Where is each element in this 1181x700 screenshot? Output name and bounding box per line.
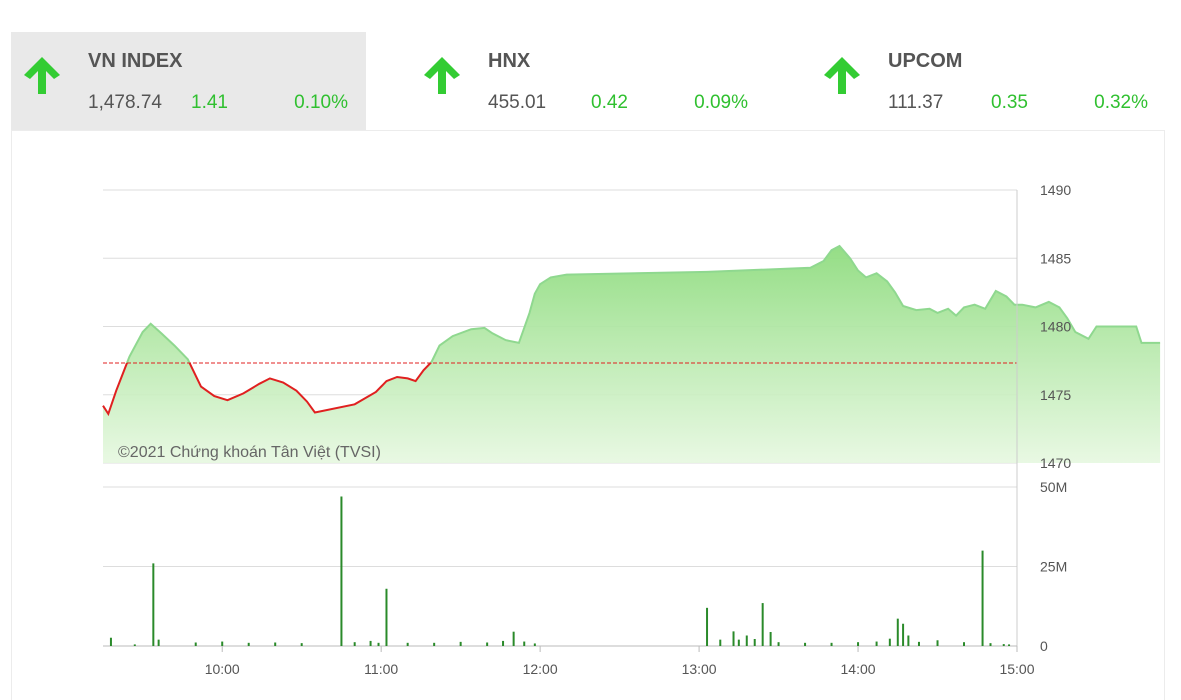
price-tick-label: 1490 — [1040, 182, 1071, 198]
time-tick-label: 11:00 — [364, 661, 398, 677]
time-tick-label: 12:00 — [523, 661, 558, 677]
price-area-fill — [103, 246, 1161, 463]
volume-tick-label: 50M — [1040, 479, 1067, 495]
time-tick-label: 13:00 — [682, 661, 717, 677]
volume-bars — [103, 496, 1017, 647]
volume-tick-label: 25M — [1040, 559, 1067, 575]
price-area — [103, 246, 1161, 463]
chart-watermark: ©2021 Chứng khoán Tân Việt (TVSI) — [118, 444, 381, 461]
price-tick-label: 1475 — [1040, 387, 1071, 403]
intraday-chart: 1470 1475 1480 1485 1490 0 25M 50M 10:00 11:00 12:… — [102, 182, 1161, 677]
time-tick-label: 14:00 — [841, 661, 876, 677]
time-tick-label: 10:00 — [205, 661, 240, 677]
time-tick-label: 15:00 — [999, 661, 1034, 677]
price-tick-label: 1480 — [1040, 319, 1071, 335]
price-tick-label: 1485 — [1040, 250, 1071, 266]
volume-tick-label: 0 — [1040, 638, 1048, 654]
price-tick-label: 1470 — [1040, 455, 1071, 471]
